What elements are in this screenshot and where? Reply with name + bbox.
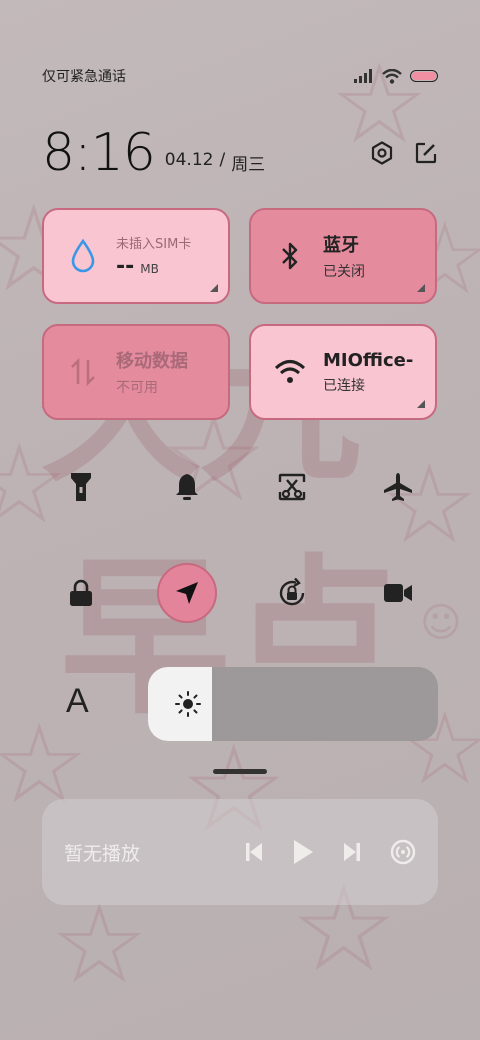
sun-icon — [175, 691, 201, 717]
water-drop-icon — [71, 239, 95, 273]
data-transfer-icon — [71, 357, 95, 387]
wifi-tile[interactable]: MIOffice- 已连接 — [249, 324, 437, 420]
wifi-icon — [382, 68, 402, 84]
location-toggle[interactable] — [157, 563, 217, 623]
date-separator: / — [219, 149, 226, 170]
bluetooth-icon — [282, 242, 298, 270]
status-icons — [354, 68, 438, 84]
clock: 8:16 — [42, 123, 156, 183]
cast-icon[interactable] — [390, 839, 416, 865]
previous-icon[interactable] — [244, 841, 264, 863]
mobile-data-tile[interactable]: 移动数据 不可用 — [42, 324, 230, 420]
weekday-text: 周三 — [231, 154, 266, 175]
expand-corner-icon — [417, 400, 425, 408]
screenshot-icon — [278, 473, 306, 501]
rotation-lock-icon — [279, 577, 305, 606]
bluetooth-title: 蓝牙 — [323, 235, 359, 256]
wifi-icon — [274, 360, 306, 383]
battery-icon — [410, 70, 438, 82]
lock-screen-toggle[interactable] — [51, 563, 111, 623]
bluetooth-status: 已关闭 — [323, 264, 365, 280]
date-display: 04.12 / 周三 — [165, 150, 265, 175]
data-usage-tile[interactable]: 未插入SIM卡 -- MB — [42, 208, 230, 304]
media-player-card: 暂无播放 — [42, 799, 438, 905]
mobile-data-status: 不可用 — [116, 380, 158, 396]
settings-icon[interactable] — [370, 141, 394, 165]
data-usage-unit: MB — [140, 262, 159, 276]
location-icon — [176, 582, 198, 604]
brightness-slider[interactable] — [148, 667, 438, 741]
notification-toggle[interactable] — [157, 457, 217, 517]
expand-corner-icon — [417, 284, 425, 292]
media-title: 暂无播放 — [64, 842, 141, 865]
flashlight-toggle[interactable] — [51, 457, 111, 517]
mobile-data-title: 移动数据 — [116, 351, 188, 372]
header: 8:16 04.12 / 周三 — [42, 118, 438, 188]
sim-status-label: 未插入SIM卡 — [116, 237, 192, 252]
wifi-network-name: MIOffice- — [323, 349, 414, 371]
carrier-status: 仅可紧急通话 — [42, 69, 126, 85]
panel-drag-handle[interactable] — [213, 769, 267, 774]
data-usage-value: -- — [116, 254, 135, 279]
edit-icon[interactable] — [414, 141, 438, 165]
next-icon[interactable] — [342, 841, 362, 863]
status-bar: 仅可紧急通话 — [42, 62, 438, 90]
video-camera-icon — [384, 584, 412, 602]
airplane-icon — [384, 473, 412, 501]
screenshot-toggle[interactable] — [262, 457, 322, 517]
lock-icon — [70, 579, 92, 606]
font-size-icon[interactable]: A — [66, 682, 89, 721]
wifi-status: 已连接 — [323, 377, 365, 394]
airplane-mode-toggle[interactable] — [368, 457, 428, 517]
play-icon[interactable] — [292, 839, 314, 865]
bell-icon — [176, 474, 198, 500]
signal-icon — [354, 69, 372, 83]
expand-corner-icon — [210, 284, 218, 292]
rotation-lock-toggle[interactable] — [262, 563, 322, 623]
bluetooth-tile[interactable]: 蓝牙 已关闭 — [249, 208, 437, 304]
screen-record-toggle[interactable] — [368, 563, 428, 623]
flashlight-icon — [71, 473, 91, 501]
date-text: 04.12 — [164, 149, 214, 170]
